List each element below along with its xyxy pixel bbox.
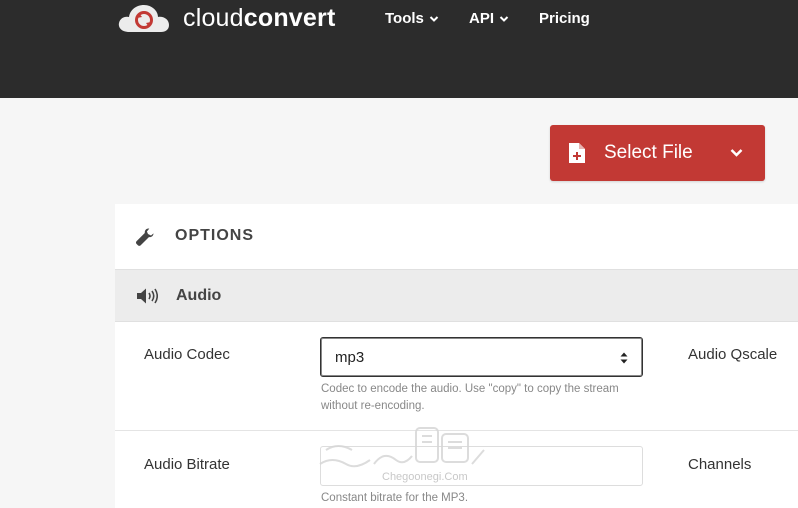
file-add-icon: [569, 143, 585, 163]
audio-qscale-label: Audio Qscale: [688, 346, 778, 363]
audio-section-header[interactable]: Audio: [115, 269, 798, 322]
nav-tools[interactable]: Tools: [385, 10, 439, 27]
select-file-button[interactable]: Select File: [550, 125, 765, 181]
select-file-label: Select File: [604, 142, 693, 163]
chevron-down-icon: [429, 15, 439, 22]
nav-pricing-label: Pricing: [539, 10, 590, 27]
select-updown-arrows-icon: [620, 352, 628, 364]
speaker-volume-icon: [137, 288, 158, 304]
nav-api[interactable]: API: [469, 10, 509, 27]
audio-section-title: Audio: [176, 287, 222, 304]
audio-codec-help: Codec to encode the audio. Use "copy" to…: [321, 383, 619, 412]
channels-label: Channels: [688, 456, 752, 473]
top-navigation-bar: cloudconvert Tools API Pricing: [0, 0, 798, 98]
audio-codec-select[interactable]: mp3: [320, 337, 643, 377]
nav-pricing[interactable]: Pricing: [539, 10, 590, 27]
wrench-icon: [135, 228, 154, 246]
cloud-convert-logo-icon: [118, 5, 169, 32]
audio-bitrate-label: Audio Bitrate: [144, 456, 230, 473]
watermark-text: Chegoonegi.Com: [382, 471, 468, 483]
audio-codec-value: mp3: [335, 349, 365, 366]
audio-bitrate-help: Constant bitrate for the MP3.: [321, 492, 469, 504]
brand-name: cloudconvert: [183, 3, 336, 32]
brand-logo[interactable]: cloudconvert: [117, 2, 335, 34]
nav-api-label: API: [469, 10, 495, 27]
audio-codec-label: Audio Codec: [144, 346, 230, 363]
options-header: OPTIONS: [115, 204, 798, 269]
chevron-down-icon[interactable]: [730, 148, 743, 158]
chevron-down-icon: [499, 15, 509, 22]
options-title: OPTIONS: [175, 227, 255, 244]
watermark-logo: Chegoonegi.Com: [319, 427, 485, 483]
nav-tools-label: Tools: [385, 10, 424, 27]
